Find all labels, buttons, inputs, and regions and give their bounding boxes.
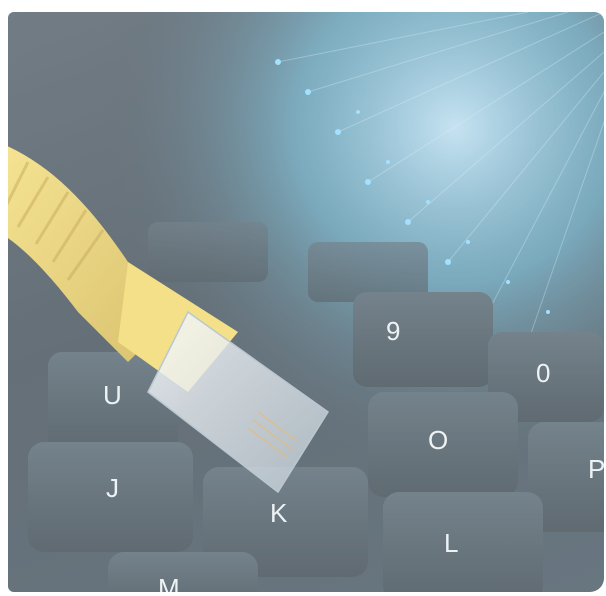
key-9-label: 9 — [386, 316, 400, 346]
key-l — [383, 492, 543, 592]
key-m — [108, 552, 258, 592]
key-9 — [353, 292, 493, 387]
network-cable-keyboard-photo: U J K O L P M 9 0 — [8, 12, 604, 592]
key-l-label: L — [444, 528, 458, 558]
image-frame: U J K O L P M 9 0 — [0, 0, 606, 596]
key-k-label: K — [270, 498, 288, 528]
photo-illustration: U J K O L P M 9 0 — [8, 12, 604, 592]
key-m-label: M — [158, 573, 180, 592]
key-0-label: 0 — [536, 358, 550, 388]
key-top-left — [148, 222, 268, 282]
key-j-label: J — [106, 473, 119, 503]
key-u-label: U — [103, 380, 122, 410]
key-o-label: O — [428, 425, 448, 455]
key-p-label: P — [588, 454, 604, 484]
